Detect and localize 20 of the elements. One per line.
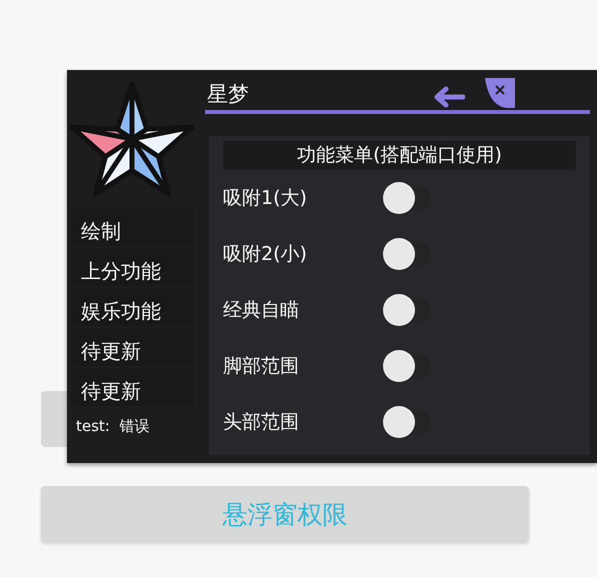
back-arrow-icon[interactable]	[433, 86, 465, 108]
nav-item[interactable]: 上分功能	[71, 248, 193, 287]
toggle-switch[interactable]	[383, 409, 431, 435]
switch-label: 经典自瞄	[223, 298, 300, 323]
nav-item[interactable]: 娱乐功能	[71, 288, 193, 327]
window-title: 星梦	[207, 81, 249, 108]
switch-label: 脚部范围	[223, 354, 300, 379]
close-icon[interactable]	[485, 78, 515, 108]
nav-item[interactable]: 绘制	[71, 208, 193, 247]
switch-label: 吸附1(大)	[223, 186, 308, 211]
nav-item[interactable]: 待更新	[71, 328, 193, 367]
menu-title: 功能菜单(搭配端口使用)	[223, 141, 576, 170]
nav-item[interactable]: 待更新	[71, 368, 193, 407]
switch-label: 头部范围	[223, 410, 300, 435]
toggle-switch[interactable]	[383, 297, 431, 323]
toggle-switch[interactable]	[383, 241, 431, 267]
switch-label: 吸附2(小)	[223, 242, 308, 267]
status-text: test: 错误	[76, 417, 150, 436]
toggle-switch[interactable]	[383, 185, 431, 211]
toggle-switch[interactable]	[383, 353, 431, 379]
